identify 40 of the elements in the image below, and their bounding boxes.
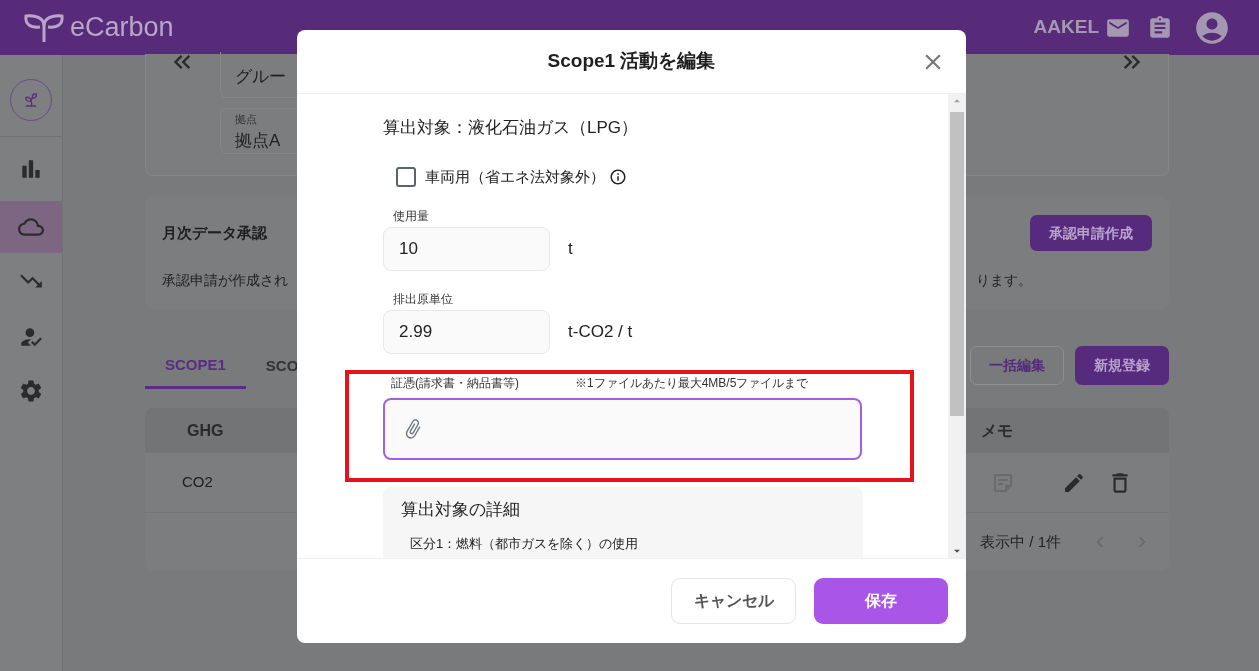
file-upload-field[interactable]	[383, 398, 862, 460]
checkbox[interactable]	[396, 166, 416, 187]
sprout-icon	[23, 92, 39, 108]
site-value: 拠点A	[235, 129, 282, 152]
info-icon[interactable]	[609, 167, 627, 186]
field-label: 使用量	[393, 208, 430, 225]
calculation-target: 算出対象：液化石油ガス（LPG）	[383, 117, 640, 139]
app-logo-text: eCarbon	[70, 11, 174, 45]
scope-tab[interactable]: SCOPE1	[145, 344, 246, 389]
settings-icon[interactable]	[18, 378, 44, 404]
save-button[interactable]: 保存	[814, 578, 948, 624]
new-entry-button[interactable]: 新規登録	[1075, 346, 1169, 385]
site-label: 拠点	[235, 112, 258, 127]
clipboard-icon[interactable]	[1147, 14, 1173, 41]
number-input[interactable]: 2.99	[383, 310, 550, 354]
number-input[interactable]: 10	[383, 227, 550, 271]
details-title: 算出対象の詳細	[401, 499, 521, 521]
details-text: 区分1：燃料（都市ガスを除く）の使用	[410, 534, 640, 553]
column-header: GHG	[187, 420, 224, 441]
pagination-text: 表示中 / 1件	[980, 531, 1061, 552]
dialog-title: Scope1 活動を編集	[547, 49, 716, 74]
leaf-logo-icon	[22, 11, 66, 44]
scrollbar[interactable]	[948, 94, 966, 558]
field-label: 排出原単位	[393, 291, 454, 308]
unit-text: t-CO2 / t	[568, 321, 633, 344]
user-name: AAKEL	[1033, 15, 1099, 40]
bulk-edit-button[interactable]: 一括編集	[970, 346, 1064, 385]
approval-text: ります。	[976, 271, 1032, 290]
scope-tab[interactable]: SCO	[245, 344, 319, 389]
approval-text: 承認申請が作成され	[162, 271, 288, 290]
approval-title: 月次データ承認	[162, 222, 267, 243]
table-cell-text: CO2	[182, 472, 213, 493]
file-limit-note: ※1ファイルあたり最大4MB/5ファイルまで	[575, 375, 809, 392]
column-header: メモ	[981, 420, 1013, 441]
sidebar-item[interactable]	[0, 201, 62, 253]
cancel-button[interactable]: キャンセル	[671, 578, 796, 624]
checkbox-label: 車両用（省エネ法対象外）	[425, 166, 605, 187]
unit-text: t	[568, 238, 573, 261]
field-label: 証憑(請求書・納品書等)	[391, 375, 519, 392]
create-request-button[interactable]: 承認申請作成	[1030, 215, 1152, 251]
